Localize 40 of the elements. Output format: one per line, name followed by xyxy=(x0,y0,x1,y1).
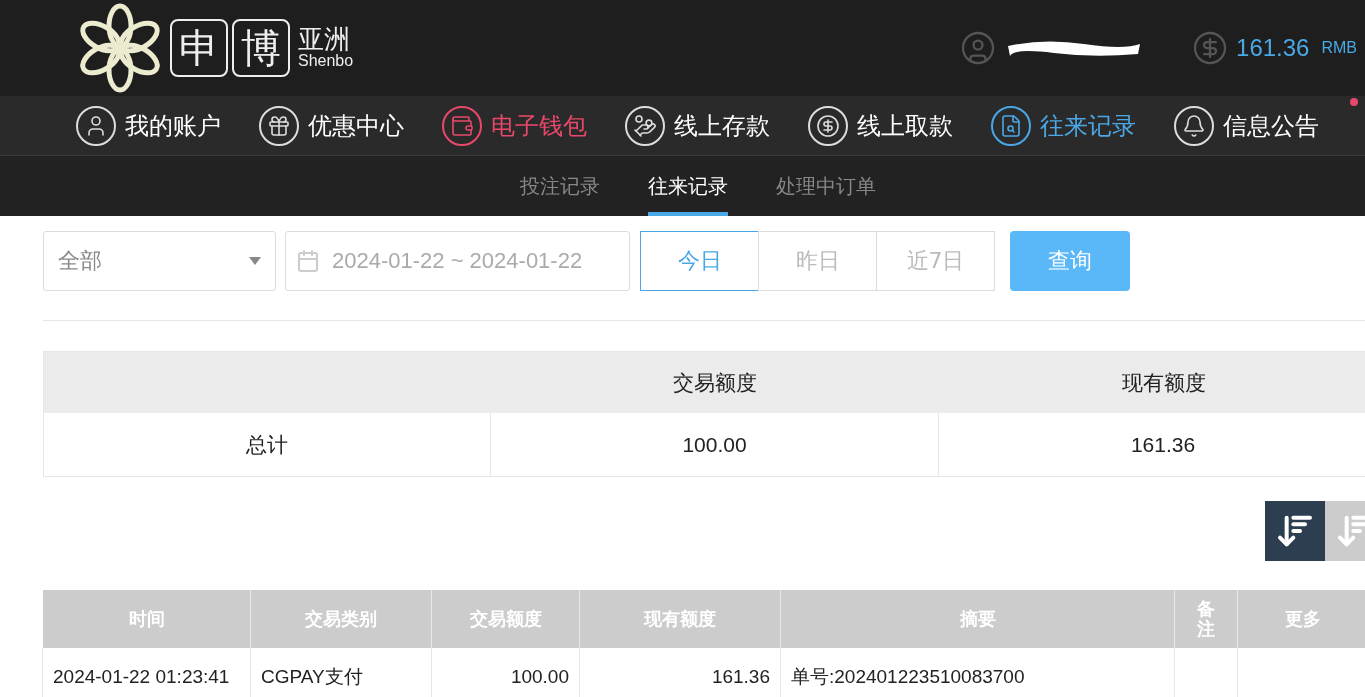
logo-character: 博 xyxy=(232,19,290,77)
logo-latin-name: Shenbo xyxy=(298,53,354,71)
document-search-icon xyxy=(999,113,1023,138)
table-cell: 100.00 xyxy=(491,413,939,476)
table-header-cell: 现有额度 xyxy=(939,352,1365,413)
dollar-icon xyxy=(816,113,840,138)
logo-name: 亚洲 xyxy=(298,25,351,54)
bell-icon xyxy=(1182,113,1206,138)
table-cell: CGPAY支付 xyxy=(250,648,432,697)
table-cell: 161.36 xyxy=(939,413,1365,476)
logo-character: 申 xyxy=(170,19,228,77)
nav-item[interactable]: 往来记录 xyxy=(991,105,1136,146)
sub-tab[interactable]: 往来记录 xyxy=(647,156,728,216)
user-icon xyxy=(960,30,997,66)
table-header-cell: 交易额度 xyxy=(491,352,939,413)
sub-tab[interactable]: 投注记录 xyxy=(519,156,600,216)
wallet-icon xyxy=(450,113,474,138)
sort-button[interactable] xyxy=(1265,501,1325,561)
date-range-field[interactable]: 2024-01-22 ~ 2024-01-22 xyxy=(285,230,630,291)
dollar-icon xyxy=(1192,30,1229,66)
table-cell: 单号:202401223510083700 xyxy=(780,648,1175,697)
table-cell: 100.00 xyxy=(431,648,580,697)
sub-tab[interactable]: 处理中订单 xyxy=(775,156,876,216)
nav-item[interactable]: 线上存款 xyxy=(625,105,770,146)
nav-item[interactable]: 线上取款 xyxy=(808,105,953,146)
hand-coins-icon xyxy=(633,113,657,138)
nav-item[interactable]: 我的账户 xyxy=(76,105,221,146)
balance-amount: 161.36 xyxy=(1236,34,1310,62)
currency-label: RMB xyxy=(1321,39,1357,57)
table-cell: 161.36 xyxy=(579,648,781,697)
nav-item[interactable]: 优惠中心 xyxy=(259,105,404,146)
nav-item[interactable]: 信息公告 xyxy=(1174,105,1319,146)
nav-item[interactable]: 电子钱包 xyxy=(442,105,587,146)
table-cell: 总计 xyxy=(44,413,491,476)
type-select[interactable]: 全部 xyxy=(43,230,276,291)
gift-icon xyxy=(267,113,291,138)
caret-icon xyxy=(249,256,261,265)
table-cell: 2024-01-22 01:23:41 xyxy=(42,648,251,697)
calendar-icon xyxy=(296,248,320,273)
quick-range-button[interactable]: 今日 xyxy=(640,230,759,291)
